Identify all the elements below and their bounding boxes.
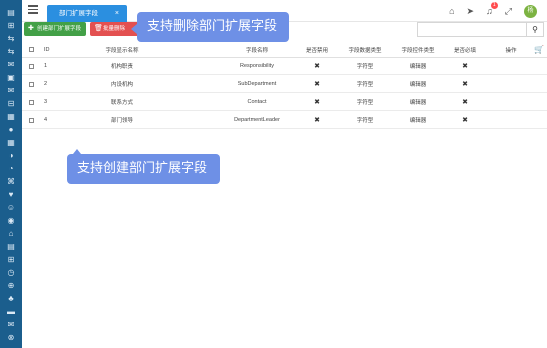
sidebar-icon-11[interactable]: ▦ [6, 138, 16, 148]
cross-icon: ✖ [462, 81, 468, 88]
tab-department-extension-fields[interactable]: 部门扩展字段 × [47, 5, 127, 22]
home-icon[interactable]: ⌂ [449, 6, 454, 16]
sidebar-icon-18[interactable]: ⌂ [6, 229, 16, 239]
table-row[interactable]: 4 部门领导 DepartmentLeader ✖ 字符型 编辑器 ✖ [22, 112, 547, 129]
cross-icon: ✖ [314, 99, 320, 106]
notification-badge: 1 [490, 2, 498, 9]
cell-data-type: 字符型 [356, 64, 374, 70]
cell-id: 2 [44, 81, 48, 87]
cross-icon: ✖ [314, 81, 320, 88]
sidebar-icon-23[interactable]: ♣ [6, 294, 16, 304]
row-checkbox[interactable] [26, 112, 36, 128]
header-data-type[interactable]: 字段数据类型 [344, 42, 386, 57]
cross-icon: ✖ [462, 63, 468, 70]
cell-field-name: DepartmentLeader [234, 117, 280, 123]
header-field-name[interactable]: 字段名称 [207, 42, 307, 57]
header-required[interactable]: 是否必填 [449, 42, 481, 57]
create-field-label: 创建部门扩展字段 [37, 26, 82, 32]
table-row[interactable]: 1 机构职责 Responsibility ✖ 字符型 编辑器 ✖ [22, 58, 547, 75]
sidebar-icon-10[interactable]: ● [6, 125, 16, 135]
trash-icon: 🗑 [94, 25, 103, 32]
cross-icon: ✖ [314, 117, 320, 124]
cell-display-name: 部门领导 [110, 118, 133, 124]
row-checkbox[interactable] [26, 58, 36, 74]
sidebar-icon-8[interactable]: ⊟ [6, 99, 16, 109]
sidebar-icon-14[interactable]: ⌘ [6, 177, 16, 187]
cross-icon: ✖ [462, 117, 468, 124]
sidebar-icon-25[interactable]: ✉ [6, 320, 16, 330]
cell-data-type: 字符型 [356, 100, 374, 106]
sidebar-icon-7[interactable]: ✉ [6, 86, 16, 96]
search-icon[interactable]: ⚲ [527, 22, 544, 37]
cell-display-name: 机构职责 [110, 64, 133, 70]
sidebar-icon-19[interactable]: ▤ [6, 242, 16, 252]
header-display-name[interactable]: 字段显示名称 [87, 42, 157, 57]
cell-control-type: 编辑器 [409, 64, 427, 70]
sidebar-icon-2[interactable]: ⊞ [6, 21, 16, 31]
select-all-checkbox[interactable] [26, 42, 36, 57]
sidebar-icon-4[interactable]: ⇆ [6, 47, 16, 57]
cart-icon[interactable]: 🛒 [533, 42, 545, 57]
tab-label: 部门扩展字段 [59, 10, 98, 17]
header-id[interactable]: ID [40, 42, 58, 57]
cell-control-type: 编辑器 [409, 82, 427, 88]
top-icons: ⌂ ➤ ♫ 1 ⤢ 杨 [449, 2, 537, 19]
bell-icon[interactable]: ♫ 1 [486, 2, 498, 16]
create-field-button[interactable]: ✚ 创建部门扩展字段 [24, 22, 86, 36]
sidebar-icon-12[interactable]: ◑ [6, 151, 16, 161]
expand-icon[interactable]: ⤢ [505, 6, 512, 16]
sidebar-icon-17[interactable]: ◉ [6, 216, 16, 226]
cross-icon: ✖ [462, 99, 468, 106]
cell-display-name: 内设机构 [110, 82, 133, 88]
sidebar-icon-26[interactable]: ⊗ [6, 333, 16, 343]
cross-icon: ✖ [314, 63, 320, 70]
sidebar: ▤ ⊞ ⇆ ⇆ ✉ ▣ ✉ ⊟ ▦ ● ▦ ◑ ◔ ⌘ ♥ ☺ ◉ ⌂ ▤ ⊞ … [0, 0, 22, 348]
cell-field-name: Contact [247, 99, 267, 105]
send-icon[interactable]: ➤ [467, 6, 475, 16]
sidebar-icon-3[interactable]: ⇆ [6, 34, 16, 44]
tab-close-icon[interactable]: × [115, 5, 119, 22]
search-input[interactable] [417, 22, 527, 37]
row-checkbox[interactable] [26, 94, 36, 110]
row-checkbox[interactable] [26, 76, 36, 92]
batch-delete-label: 批量删除 [103, 26, 126, 32]
cell-data-type: 字符型 [356, 118, 374, 124]
cell-display-name: 联系方式 [110, 100, 133, 106]
sidebar-icon-20[interactable]: ⊞ [6, 255, 16, 265]
create-feature-callout: 支持创建部门扩展字段 [67, 149, 220, 184]
sidebar-icon-21[interactable]: ◷ [6, 268, 16, 278]
avatar[interactable]: 杨 [524, 4, 537, 18]
sidebar-icon-1[interactable]: ▤ [6, 8, 16, 18]
sidebar-icon-6[interactable]: ▣ [6, 73, 16, 83]
cell-field-name: Responsibility [240, 63, 274, 69]
menu-toggle-icon[interactable] [28, 5, 38, 14]
cell-id: 4 [44, 117, 48, 123]
table-row[interactable]: 3 联系方式 Contact ✖ 字符型 编辑器 ✖ [22, 94, 547, 111]
cell-id: 3 [44, 99, 48, 105]
sidebar-icon-16[interactable]: ☺ [6, 203, 16, 213]
header-control-type[interactable]: 字段控件类型 [394, 42, 442, 57]
sidebar-icon-22[interactable]: ⊕ [6, 281, 16, 291]
cell-control-type: 编辑器 [409, 100, 427, 106]
table-row[interactable]: 2 内设机构 SubDepartment ✖ 字符型 编辑器 ✖ [22, 76, 547, 93]
plus-icon: ✚ [28, 25, 34, 32]
sidebar-icon-13[interactable]: ◔ [6, 164, 16, 174]
sidebar-icon-24[interactable]: ▬ [6, 307, 16, 317]
header-disabled[interactable]: 是否禁用 [302, 42, 332, 57]
cell-control-type: 编辑器 [409, 118, 427, 124]
delete-feature-callout: 支持删除部门扩展字段 [131, 12, 289, 42]
table-header: ID 字段显示名称 字段名称 是否禁用 字段数据类型 字段控件类型 是否必填 操… [22, 42, 547, 58]
cell-id: 1 [44, 63, 48, 69]
cell-data-type: 字符型 [356, 82, 374, 88]
sidebar-icon-15[interactable]: ♥ [6, 190, 16, 200]
header-operation: 操作 [505, 47, 517, 54]
cell-field-name: SubDepartment [237, 81, 277, 87]
sidebar-icon-9[interactable]: ▦ [6, 112, 16, 122]
sidebar-icon-5[interactable]: ✉ [6, 60, 16, 70]
